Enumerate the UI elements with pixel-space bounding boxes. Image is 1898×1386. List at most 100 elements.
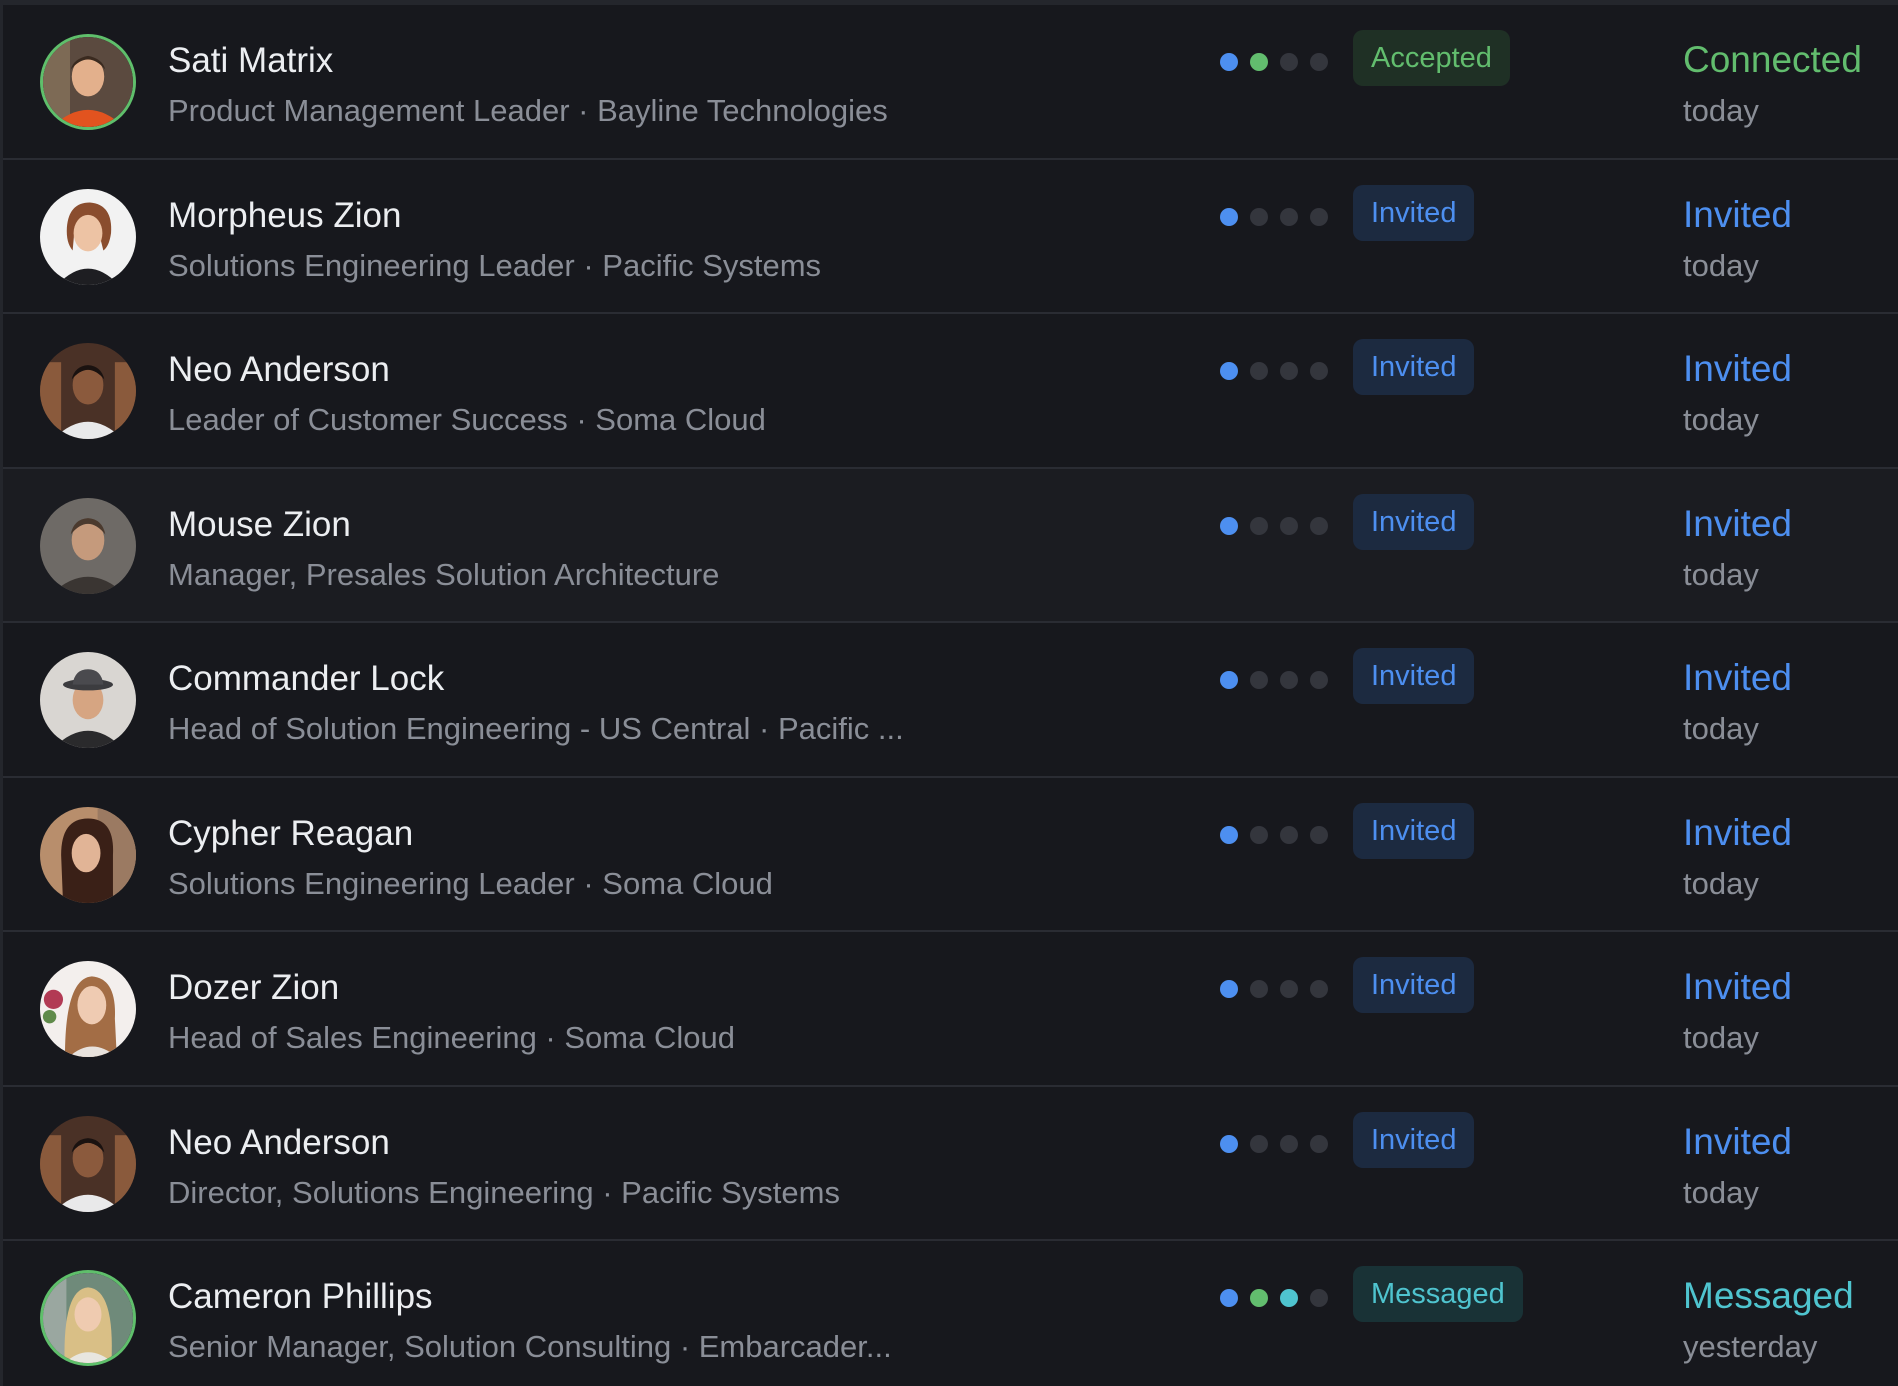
progress-dot — [1310, 362, 1328, 380]
contact-row[interactable]: Cypher Reagan Solutions Engineering Lead… — [3, 777, 1898, 932]
contact-row[interactable]: Neo Anderson Director, Solutions Enginee… — [3, 1086, 1898, 1241]
avatar-photo-woman-blonde — [43, 1273, 133, 1363]
progress-dot — [1280, 825, 1298, 844]
status-time: today — [1683, 402, 1759, 437]
progress-dot — [1250, 362, 1268, 380]
contact-row[interactable]: Commander Lock Head of Solution Engineer… — [3, 623, 1898, 778]
progress-dot — [1250, 825, 1268, 844]
avatar[interactable] — [40, 1115, 136, 1212]
progress-dots — [1220, 1134, 1328, 1153]
contact-subtitle: Senior Manager, Solution Consulting · Em… — [168, 1329, 892, 1364]
connection-status: Invited — [1683, 657, 1793, 698]
progress-dots — [1220, 671, 1328, 689]
status-badge: Invited — [1353, 339, 1475, 395]
contact-name[interactable]: Cameron Phillips — [168, 1277, 433, 1317]
avatar-photo-woman-dark-hair — [40, 806, 136, 903]
progress-dot — [1310, 825, 1328, 844]
progress-dots — [1220, 207, 1328, 226]
contact-name[interactable]: Mouse Zion — [168, 505, 351, 545]
progress-dot — [1310, 516, 1328, 535]
progress-dot — [1310, 1134, 1328, 1153]
progress-dot — [1310, 1289, 1328, 1307]
contact-row[interactable]: Cameron Phillips Senior Manager, Solutio… — [3, 1241, 1898, 1386]
progress-dot — [1220, 53, 1238, 71]
status-badge: Invited — [1353, 1111, 1475, 1168]
status-time: today — [1683, 865, 1759, 901]
avatar-photo-man-white-shirt — [40, 343, 136, 439]
contact-name[interactable]: Morpheus Zion — [168, 196, 401, 236]
progress-dot — [1280, 53, 1298, 71]
progress-dot — [1220, 516, 1238, 535]
progress-dot — [1280, 207, 1298, 226]
progress-dot — [1280, 1289, 1298, 1307]
progress-dot — [1310, 207, 1328, 226]
progress-dot — [1280, 1134, 1298, 1153]
progress-dots — [1220, 980, 1328, 998]
contact-subtitle: Solutions Engineering Leader · Pacific S… — [168, 247, 822, 283]
contact-name[interactable]: Neo Anderson — [168, 1123, 390, 1163]
status-badge: Messaged — [1353, 1266, 1523, 1322]
connection-status: Invited — [1683, 811, 1793, 853]
progress-dot — [1220, 980, 1238, 998]
progress-dots — [1220, 825, 1328, 844]
status-badge: Accepted — [1353, 30, 1510, 86]
avatar[interactable] — [40, 1270, 136, 1366]
progress-dots — [1220, 516, 1328, 535]
status-time: today — [1683, 711, 1759, 746]
contact-subtitle: Head of Solution Engineering - US Centra… — [168, 711, 904, 746]
progress-dot — [1220, 207, 1238, 226]
progress-dot — [1250, 1289, 1268, 1307]
progress-dot — [1250, 53, 1268, 71]
status-badge: Invited — [1353, 802, 1475, 859]
avatar[interactable] — [40, 806, 136, 903]
contact-subtitle: Head of Sales Engineering · Soma Cloud — [168, 1020, 735, 1055]
avatar[interactable] — [40, 961, 136, 1057]
contact-subtitle: Manager, Presales Solution Architecture — [168, 556, 720, 592]
connection-status: Invited — [1683, 348, 1793, 389]
progress-dot — [1220, 362, 1238, 380]
avatar[interactable] — [40, 34, 136, 130]
connection-status: Invited — [1683, 502, 1793, 544]
contact-subtitle: Director, Solutions Engineering · Pacifi… — [168, 1174, 840, 1210]
contact-subtitle: Product Management Leader · Bayline Tech… — [168, 93, 888, 128]
status-time: today — [1683, 1020, 1759, 1055]
progress-dot — [1310, 980, 1328, 998]
progress-dot — [1280, 516, 1298, 535]
progress-dot — [1280, 362, 1298, 380]
connection-status: Connected — [1683, 39, 1862, 80]
progress-dot — [1310, 671, 1328, 689]
progress-dot — [1280, 980, 1298, 998]
contact-name[interactable]: Cypher Reagan — [168, 814, 413, 854]
avatar[interactable] — [40, 497, 136, 594]
connection-status: Invited — [1683, 966, 1793, 1007]
status-badge: Invited — [1353, 957, 1475, 1013]
avatar[interactable] — [40, 652, 136, 748]
connection-status: Invited — [1683, 1120, 1793, 1162]
avatar-photo-man-grey — [40, 497, 136, 594]
contact-name[interactable]: Sati Matrix — [168, 41, 333, 81]
contact-name[interactable]: Commander Lock — [168, 659, 444, 699]
avatar-photo-man-white-shirt — [40, 1115, 136, 1212]
status-badge: Invited — [1353, 648, 1475, 704]
avatar[interactable] — [40, 188, 136, 285]
contact-row[interactable]: Sati Matrix Product Management Leader · … — [3, 5, 1898, 160]
status-time: today — [1683, 247, 1759, 283]
contact-row[interactable]: Morpheus Zion Solutions Engineering Lead… — [3, 159, 1898, 314]
avatar-photo-man-orange-sweater — [43, 37, 133, 127]
progress-dot — [1310, 53, 1328, 71]
progress-dot — [1250, 980, 1268, 998]
status-badge: Invited — [1353, 184, 1475, 241]
avatar-photo-man-hat — [40, 652, 136, 748]
contact-name[interactable]: Dozer Zion — [168, 968, 339, 1008]
contact-name[interactable]: Neo Anderson — [168, 350, 390, 390]
progress-dots — [1220, 362, 1328, 380]
avatar[interactable] — [40, 343, 136, 439]
progress-dot — [1250, 671, 1268, 689]
contact-row[interactable]: Mouse Zion Manager, Presales Solution Ar… — [3, 468, 1898, 623]
progress-dot — [1250, 516, 1268, 535]
status-time: today — [1683, 1174, 1759, 1210]
contact-row[interactable]: Neo Anderson Leader of Customer Success … — [3, 314, 1898, 469]
contact-row[interactable]: Dozer Zion Head of Sales Engineering · S… — [3, 932, 1898, 1087]
status-time: today — [1683, 93, 1759, 128]
avatar-photo-woman-white-background — [40, 188, 136, 285]
